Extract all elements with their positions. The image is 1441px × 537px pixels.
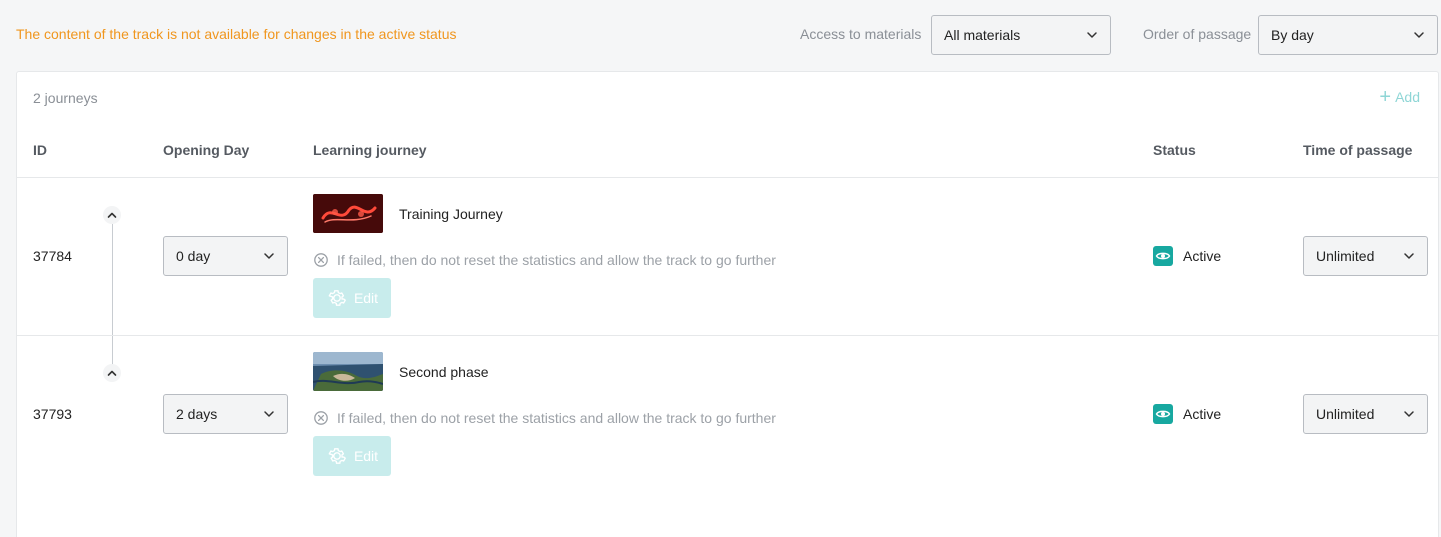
chevron-up-icon bbox=[106, 209, 118, 221]
edit-button[interactable]: Edit bbox=[313, 278, 391, 318]
column-header-time-of-passage: Time of passage bbox=[1303, 142, 1413, 158]
column-header-id: ID bbox=[33, 142, 47, 158]
eye-icon bbox=[1153, 246, 1173, 266]
fail-rule-text: If failed, then do not reset the statist… bbox=[337, 252, 776, 268]
x-circle-icon bbox=[313, 410, 329, 426]
fail-rule-note: If failed, then do not reset the statist… bbox=[313, 410, 776, 426]
journeys-count: 2 journeys bbox=[33, 90, 98, 106]
status-text: Active bbox=[1183, 248, 1222, 264]
chevron-up-icon bbox=[106, 367, 118, 379]
journey-connector bbox=[112, 224, 113, 366]
access-materials-label: Access to materials bbox=[800, 26, 922, 42]
access-materials-select[interactable]: All materials bbox=[931, 15, 1111, 55]
time-of-passage-value: Unlimited bbox=[1316, 406, 1375, 422]
collapse-toggle[interactable] bbox=[103, 364, 121, 382]
gear-icon bbox=[326, 287, 348, 309]
journey-thumbnail bbox=[313, 194, 383, 233]
opening-day-select[interactable]: 0 day bbox=[163, 236, 288, 276]
edit-button[interactable]: Edit bbox=[313, 436, 391, 476]
time-of-passage-select[interactable]: Unlimited bbox=[1303, 394, 1428, 434]
gear-icon bbox=[326, 445, 348, 467]
time-of-passage-select[interactable]: Unlimited bbox=[1303, 236, 1428, 276]
order-passage-select[interactable]: By day bbox=[1258, 15, 1438, 55]
fail-rule-text: If failed, then do not reset the statist… bbox=[337, 410, 776, 426]
status-warning: The content of the track is not availabl… bbox=[16, 26, 457, 42]
journey-name: Training Journey bbox=[399, 206, 503, 222]
edit-label: Edit bbox=[353, 448, 379, 464]
status-badge: Active bbox=[1153, 246, 1221, 266]
opening-day-value: 0 day bbox=[176, 248, 211, 264]
status-text: Active bbox=[1183, 406, 1222, 422]
opening-day-value: 2 days bbox=[176, 406, 218, 422]
top-bar: The content of the track is not availabl… bbox=[0, 0, 1441, 70]
journey-id: 37784 bbox=[33, 248, 72, 264]
collapse-toggle[interactable] bbox=[103, 206, 121, 224]
row-divider bbox=[17, 335, 1438, 336]
column-header-status: Status bbox=[1153, 142, 1196, 158]
journey-name: Second phase bbox=[399, 364, 489, 380]
plus-icon: + bbox=[1379, 86, 1392, 108]
journeys-panel: 2 journeys + Add ID Opening Day Learning… bbox=[16, 71, 1439, 537]
status-badge: Active bbox=[1153, 404, 1221, 424]
journey-thumbnail bbox=[313, 352, 383, 391]
chevron-down-icon bbox=[263, 408, 275, 420]
opening-day-select[interactable]: 2 days bbox=[163, 394, 288, 434]
eye-icon bbox=[1153, 404, 1173, 424]
chevron-down-icon bbox=[1413, 29, 1425, 41]
x-circle-icon bbox=[313, 252, 329, 268]
header-divider bbox=[17, 177, 1438, 178]
column-header-learning-journey: Learning journey bbox=[313, 142, 427, 158]
order-passage-value: By day bbox=[1271, 27, 1314, 43]
fail-rule-note: If failed, then do not reset the statist… bbox=[313, 252, 776, 268]
time-of-passage-value: Unlimited bbox=[1316, 248, 1375, 264]
edit-label: Edit bbox=[353, 290, 379, 306]
chevron-down-icon bbox=[1403, 250, 1415, 262]
add-label: Add bbox=[1395, 89, 1420, 105]
chevron-down-icon bbox=[1403, 408, 1415, 420]
chevron-down-icon bbox=[1086, 29, 1098, 41]
journey-id: 37793 bbox=[33, 406, 72, 422]
add-journey-button[interactable]: + Add bbox=[1379, 86, 1420, 108]
chevron-down-icon bbox=[263, 250, 275, 262]
column-header-opening-day: Opening Day bbox=[163, 142, 250, 158]
order-passage-label: Order of passage bbox=[1143, 26, 1252, 42]
access-materials-value: All materials bbox=[944, 27, 1021, 43]
